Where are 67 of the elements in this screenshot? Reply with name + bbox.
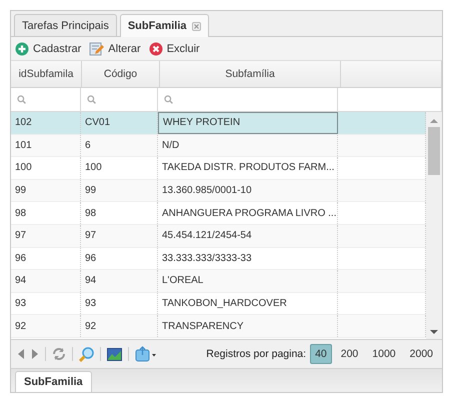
table-cell: TANKOBON_HARDCOVER [158,292,338,314]
table-cell: 98 [11,202,81,224]
chart-icon[interactable] [107,348,122,360]
table-row[interactable]: 94 94 L'OREAL [11,270,426,293]
plus-icon [15,42,29,56]
table-row[interactable]: 102 CV01 WHEY PROTEIN [11,112,426,135]
table-cell: TAKEDA DISTR. PRODUTOS FARM... [158,157,338,179]
column-header[interactable]: Subfamília [160,61,341,87]
table-cell: 93 [81,292,158,314]
toolbar-button[interactable]: Cadastrar [15,42,82,56]
table-cell: 97 [81,224,158,247]
table-cell: 98 [81,202,158,224]
toolbar-button[interactable]: Excluir [148,42,200,56]
page-size-option[interactable]: 200 [336,344,364,364]
page-size-option[interactable]: 2000 [404,344,438,364]
table-cell: 13.360.985/0001-10 [158,180,338,202]
tab[interactable]: Tarefas Principais [14,14,117,36]
page-size-option[interactable]: 40 [310,344,332,364]
table-cell: 99 [81,180,158,202]
table-row[interactable]: 99 99 13.360.985/0001-10 [11,180,426,202]
table-row[interactable]: 92 92 TRANSPARENCY [11,315,426,338]
table-cell: 94 [81,270,158,292]
close-icon[interactable] [192,22,201,30]
table-cell: 97 [11,224,81,247]
tab[interactable]: SubFamilia [120,14,209,37]
search-icon [164,95,173,104]
table-cell: WHEY PROTEIN [158,112,338,134]
refresh-icon[interactable] [52,347,66,361]
table-row[interactable]: 101 6 N/D [11,134,426,158]
table-cell: CV01 [81,112,158,134]
search-icon [87,95,96,104]
scrollbar[interactable] [426,112,442,339]
table-cell: 101 [11,134,81,156]
scroll-down-icon[interactable] [430,330,438,335]
export-icon[interactable] [135,346,157,362]
table-cell: 99 [11,180,81,202]
toolbar-button[interactable]: Alterar [89,41,141,56]
table-cell: 102 [11,112,81,134]
table-cell: 45.454.121/2454-54 [158,224,338,247]
column-header[interactable]: Código [82,61,160,87]
search-icon[interactable] [79,346,94,362]
table-cell: 100 [11,157,81,179]
table-cell: 96 [11,248,81,270]
page-size-option[interactable]: 1000 [367,344,401,364]
table-cell: 93 [11,292,81,314]
table-cell: N/D [158,134,338,156]
table-cell: L'OREAL [158,270,338,292]
next-icon[interactable] [31,349,39,359]
pencil-icon [89,41,104,56]
delete-icon [148,42,163,56]
table-row[interactable]: 97 97 45.454.121/2454-54 [11,224,426,248]
page-size-label: Registros por pagina: [206,348,306,360]
previous-icon[interactable] [17,349,25,359]
search-icon [17,95,26,104]
table-cell: TRANSPARENCY [158,315,338,337]
table-cell: 33.333.333/3333-33 [158,248,338,270]
table-cell: 94 [11,270,81,292]
tab[interactable]: SubFamilia [15,371,92,392]
column-header[interactable]: idSubfamila [11,61,82,87]
table-cell: ANHANGUERA PROGRAMA LIVRO ... [158,202,338,224]
scroll-up-icon[interactable] [430,118,438,123]
table-cell: 96 [81,248,158,270]
table-cell: 92 [11,315,81,337]
scrollbar-thumb[interactable] [428,127,440,175]
table-cell: 92 [81,315,158,337]
table-cell: 100 [81,157,158,179]
table-cell: 6 [81,134,158,156]
